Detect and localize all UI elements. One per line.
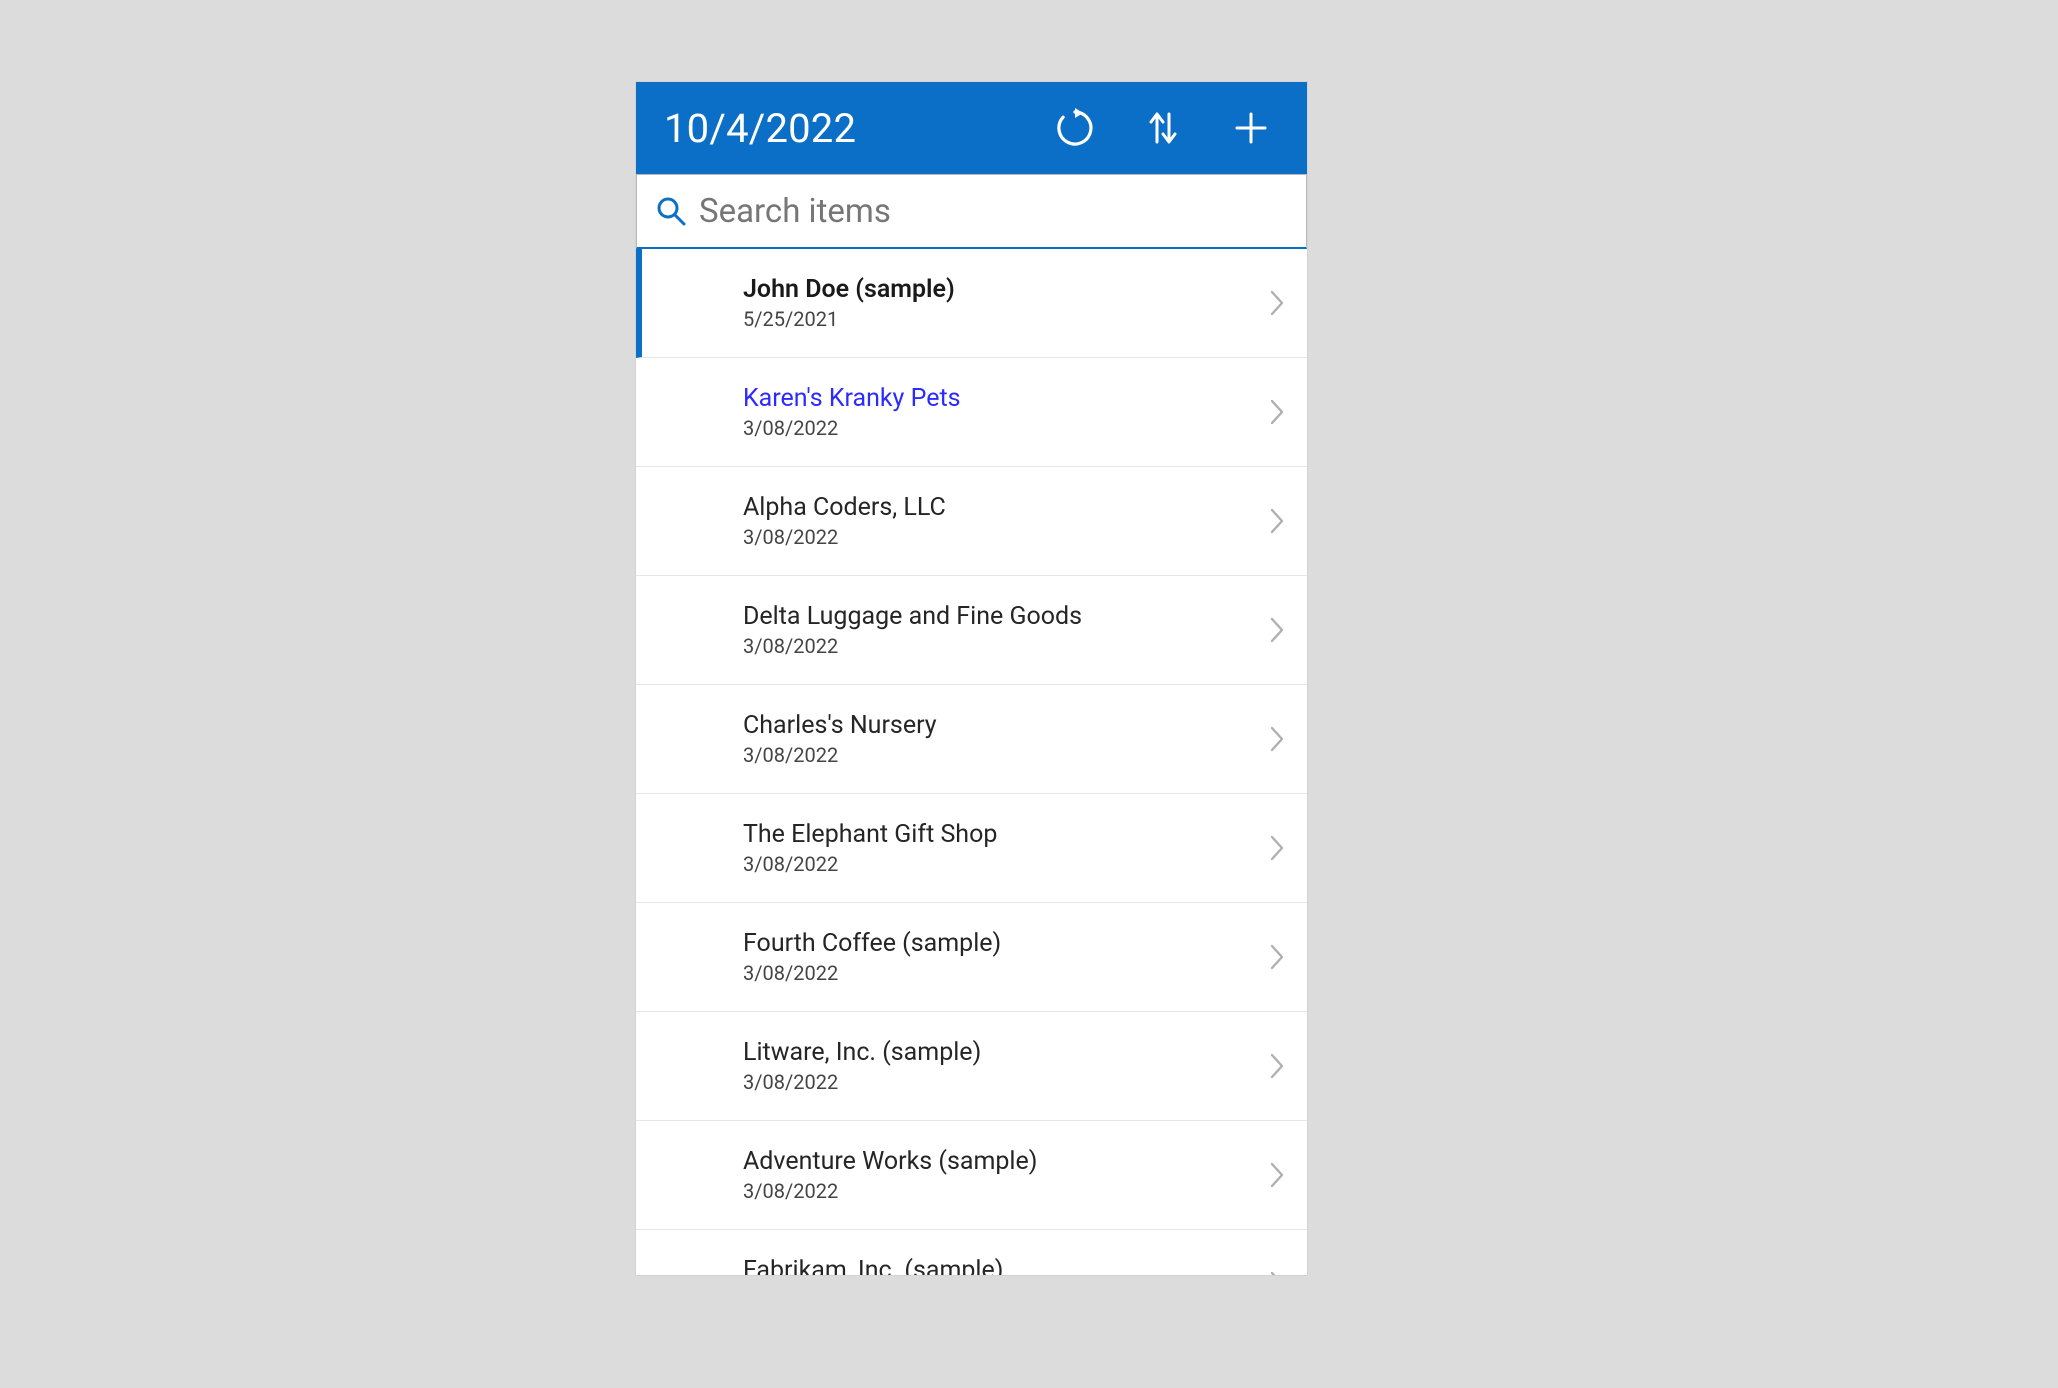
refresh-icon <box>1053 106 1097 150</box>
chevron-right-icon <box>1263 289 1285 317</box>
list-item-title: The Elephant Gift Shop <box>743 820 1263 850</box>
app-header: 10/4/2022 <box>636 82 1307 174</box>
list-item[interactable]: John Doe (sample)5/25/2021 <box>636 249 1307 358</box>
list-item-date: 3/08/2022 <box>743 743 1263 767</box>
list-item-content: Litware, Inc. (sample)3/08/2022 <box>636 1038 1263 1094</box>
list-item[interactable]: The Elephant Gift Shop3/08/2022 <box>636 794 1307 903</box>
search-icon <box>651 194 691 228</box>
chevron-right-icon <box>1263 1052 1285 1080</box>
list-item[interactable]: Alpha Coders, LLC3/08/2022 <box>636 467 1307 576</box>
list-item-date: 3/08/2022 <box>743 1179 1263 1203</box>
list-item-date: 3/08/2022 <box>743 634 1263 658</box>
list-item-date: 3/08/2022 <box>743 961 1263 985</box>
sort-button[interactable] <box>1119 82 1207 174</box>
list-item[interactable]: Fourth Coffee (sample)3/08/2022 <box>636 903 1307 1012</box>
chevron-right-icon <box>1263 725 1285 753</box>
chevron-right-icon <box>1263 507 1285 535</box>
chevron-right-icon <box>1263 834 1285 862</box>
list-item-date: 3/08/2022 <box>743 852 1263 876</box>
chevron-right-icon <box>1263 616 1285 644</box>
list-item[interactable]: Litware, Inc. (sample)3/08/2022 <box>636 1012 1307 1121</box>
list-item-content: Charles's Nursery3/08/2022 <box>636 711 1263 767</box>
plus-icon <box>1231 108 1271 148</box>
list-item-content: Delta Luggage and Fine Goods3/08/2022 <box>636 602 1263 658</box>
list-item-content: John Doe (sample)5/25/2021 <box>642 275 1263 331</box>
list-item-title: Litware, Inc. (sample) <box>743 1038 1263 1068</box>
search-bar[interactable] <box>636 174 1307 249</box>
list-item-content: Alpha Coders, LLC3/08/2022 <box>636 493 1263 549</box>
add-button[interactable] <box>1207 82 1295 174</box>
list-item-title: Fourth Coffee (sample) <box>743 929 1263 959</box>
list-item-title: Alpha Coders, LLC <box>743 493 1263 523</box>
list-item-date: 5/25/2021 <box>743 307 1263 331</box>
list-item[interactable]: Adventure Works (sample)3/08/2022 <box>636 1121 1307 1230</box>
app-frame: 10/4/2022 <box>636 82 1307 1275</box>
chevron-right-icon <box>1263 398 1285 426</box>
header-title: 10/4/2022 <box>664 105 1031 152</box>
list-item-title: Fabrikam, Inc. (sample) <box>743 1256 1263 1275</box>
list-item-title: Delta Luggage and Fine Goods <box>743 602 1263 632</box>
list-item-date: 3/08/2022 <box>743 416 1263 440</box>
list-item[interactable]: Fabrikam, Inc. (sample)3/08/2022 <box>636 1230 1307 1275</box>
list-item-content: Fabrikam, Inc. (sample)3/08/2022 <box>636 1256 1263 1275</box>
list-item-title: Charles's Nursery <box>743 711 1263 741</box>
list-item[interactable]: Karen's Kranky Pets3/08/2022 <box>636 358 1307 467</box>
list-item-content: Adventure Works (sample)3/08/2022 <box>636 1147 1263 1203</box>
list-item-title[interactable]: Karen's Kranky Pets <box>743 384 1263 414</box>
list-item-title: Adventure Works (sample) <box>743 1147 1263 1177</box>
search-input[interactable] <box>691 191 1298 232</box>
sort-icon <box>1144 106 1182 150</box>
list-item-title: John Doe (sample) <box>743 275 1263 305</box>
list-item[interactable]: Charles's Nursery3/08/2022 <box>636 685 1307 794</box>
items-list[interactable]: John Doe (sample)5/25/2021 Karen's Kranky… <box>636 249 1307 1275</box>
refresh-button[interactable] <box>1031 82 1119 174</box>
header-actions <box>1031 82 1295 174</box>
list-item-date: 3/08/2022 <box>743 1070 1263 1094</box>
list-item-date: 3/08/2022 <box>743 525 1263 549</box>
list-item-content: The Elephant Gift Shop3/08/2022 <box>636 820 1263 876</box>
chevron-right-icon <box>1263 1161 1285 1189</box>
list-item[interactable]: Delta Luggage and Fine Goods3/08/2022 <box>636 576 1307 685</box>
chevron-right-icon <box>1263 1270 1285 1275</box>
list-item-content: Fourth Coffee (sample)3/08/2022 <box>636 929 1263 985</box>
list-item-content: Karen's Kranky Pets3/08/2022 <box>636 384 1263 440</box>
chevron-right-icon <box>1263 943 1285 971</box>
